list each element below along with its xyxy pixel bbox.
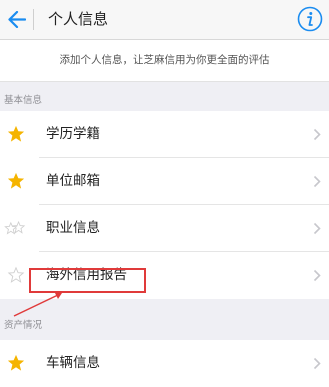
back-button[interactable]: [0, 0, 34, 39]
page-title: 个人信息: [48, 10, 109, 28]
list-item-label: 职业信息: [46, 220, 100, 236]
chevron-right-icon: [313, 222, 321, 235]
list-item-label: 车辆信息: [46, 355, 100, 371]
info-icon: [297, 6, 323, 32]
list-item-education[interactable]: 学历学籍: [0, 111, 329, 158]
star-partial-icon: [4, 220, 26, 235]
list-item-vehicle[interactable]: 车辆信息: [0, 340, 329, 387]
star-filled-icon: [7, 172, 25, 189]
nav-bar: 个人信息: [0, 0, 329, 40]
section-label-assets: 资产情况: [4, 320, 43, 331]
info-button[interactable]: [297, 6, 323, 32]
intro-text: 添加个人信息，让芝麻信用为你更全面的评估: [59, 54, 270, 66]
list-item-work-email[interactable]: 单位邮箱: [0, 158, 329, 205]
list-item-label: 学历学籍: [46, 126, 100, 142]
intro-banner: 添加个人信息，让芝麻信用为你更全面的评估: [0, 40, 329, 82]
assets-list: 车辆信息: [0, 340, 329, 387]
chevron-right-icon: [313, 175, 321, 188]
list-item-occupation[interactable]: 职业信息: [0, 205, 329, 252]
back-arrow-icon: [8, 11, 26, 28]
annotation-highlight-box: [29, 268, 146, 293]
header-divider: [33, 9, 34, 30]
chevron-right-icon: [313, 128, 321, 141]
section-label-basic: 基本信息: [4, 95, 43, 106]
list-item-label: 单位邮箱: [46, 173, 100, 189]
chevron-right-icon: [313, 357, 321, 370]
star-filled-icon: [7, 354, 25, 371]
star-filled-icon: [7, 125, 25, 142]
star-outline-icon: [7, 266, 25, 283]
chevron-right-icon: [313, 269, 321, 282]
